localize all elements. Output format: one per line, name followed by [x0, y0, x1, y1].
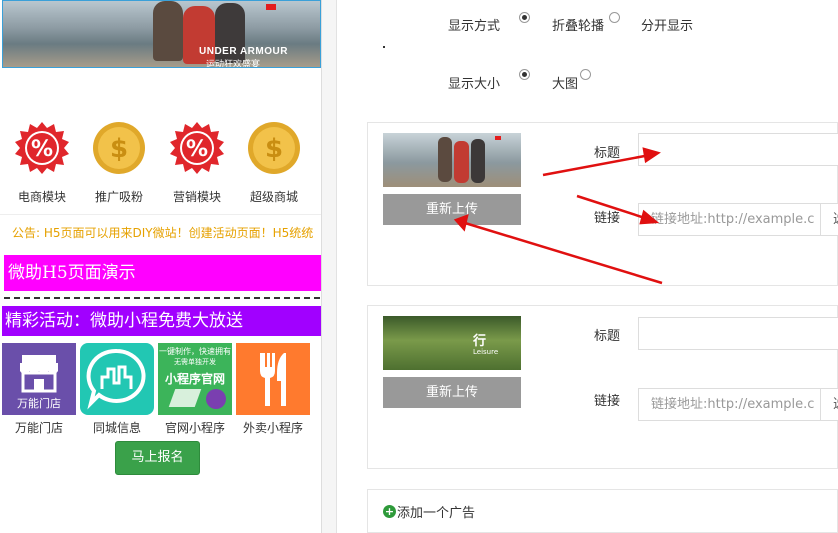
reupload-button[interactable]: 重新上传	[383, 194, 521, 225]
app-label: 外卖小程序	[242, 421, 303, 435]
city-chat-icon	[80, 343, 154, 415]
signup-button[interactable]: 马上报名	[115, 441, 200, 475]
link-select-button[interactable]: 选	[821, 388, 838, 421]
module-mall[interactable]: $ 超级商城	[237, 120, 311, 205]
editor-screen: UNDER ARMOUR 运动狂欢盛宴 % 电商模块 $ 推广吸粉 % 营销模块	[0, 0, 838, 533]
radio-fold-carousel[interactable]	[519, 12, 530, 23]
add-ad-label: 添加一个广告	[397, 506, 476, 521]
banner-brand-sub: 运动狂欢盛宴	[206, 60, 261, 68]
app-tile-text: 小程序官网	[164, 372, 225, 386]
add-ad-button[interactable]: + 添加一个广告	[367, 489, 838, 533]
module-label: 推广吸粉	[94, 190, 143, 204]
link-input[interactable]: 链接地址:http://example.c	[638, 388, 821, 421]
display-size-label: 显示大小	[448, 77, 501, 92]
module-promotion[interactable]: $ 推广吸粉	[82, 120, 156, 205]
title-field-label: 标题	[594, 146, 621, 161]
option-fold-carousel[interactable]: 折叠轮播	[552, 15, 604, 34]
promo-bar[interactable]: 精彩活动：微助小程免费大放送	[2, 306, 321, 336]
radio-large-image[interactable]	[519, 69, 530, 80]
thumb-subtext: Leisure	[473, 348, 499, 356]
brand-logo-icon	[266, 4, 276, 10]
title-field-label: 标题	[594, 329, 621, 344]
option-large-image[interactable]: 大图	[552, 73, 578, 92]
module-label: 电商模块	[17, 190, 66, 204]
app-city-info[interactable]: 同城信息	[80, 343, 154, 436]
percent-badge-icon: %	[167, 120, 227, 180]
mini-logo-icon	[206, 389, 226, 409]
app-official-mini[interactable]: 一键制作，快速拥有 无需单独开发 小程序官网 官网小程序	[158, 343, 232, 436]
link-select-button[interactable]: 选	[821, 203, 838, 236]
plus-circle-icon: +	[383, 505, 396, 518]
ad-card: 行 Leisure 重新上传 标题 链接 链接地址:http://example…	[367, 305, 838, 469]
banner-figure	[153, 1, 183, 61]
module-ecommerce[interactable]: % 电商模块	[5, 120, 79, 205]
percent-badge-icon: %	[12, 120, 72, 180]
link-field-label: 链接	[594, 211, 621, 226]
app-label: 万能门店	[14, 421, 63, 435]
phone-preview: UNDER ARMOUR 运动狂欢盛宴 % 电商模块 $ 推广吸粉 % 营销模块	[0, 0, 322, 533]
title-input[interactable]	[638, 133, 838, 166]
radio-size-other[interactable]	[580, 69, 591, 80]
mini-program-icon: 一键制作，快速拥有 无需单独开发 小程序官网	[158, 343, 232, 415]
module-label: 营销模块	[172, 190, 221, 204]
svg-text:%: %	[31, 137, 53, 162]
store-icon: 万能门店	[2, 343, 76, 415]
svg-text:$: $	[265, 134, 283, 164]
thumb-text: 行	[473, 334, 487, 349]
thumb-figure	[454, 141, 469, 183]
dollar-coin-icon: $	[244, 120, 304, 180]
display-mode-label: 显示方式	[448, 19, 501, 34]
brand-logo-icon	[495, 136, 501, 140]
app-grid: 万能门店 万能门店 同城信息 一键制作，快速拥有 无需单独开发 小程序官网 官网…	[2, 343, 321, 436]
ad-card: 重新上传 标题 链接 链接地址:http://example.c 选	[367, 122, 838, 286]
module-marketing[interactable]: % 营销模块	[160, 120, 234, 205]
ad-thumbnail: 行 Leisure	[383, 316, 521, 370]
preview-banner[interactable]: UNDER ARMOUR 运动狂欢盛宴	[2, 0, 321, 68]
map-shape	[168, 389, 202, 407]
app-label: 官网小程序	[164, 421, 225, 435]
app-tile-text: 万能门店	[17, 397, 61, 410]
stray-dot	[383, 46, 385, 48]
title-bar[interactable]: 微助H5页面演示	[4, 255, 321, 291]
option-separate-display[interactable]: 分开显示	[641, 15, 693, 34]
app-label: 同城信息	[92, 421, 141, 435]
dollar-coin-icon: $	[89, 120, 149, 180]
banner-brand: UNDER ARMOUR	[199, 46, 288, 57]
radio-separate-display[interactable]	[609, 12, 620, 23]
dashed-divider	[4, 297, 320, 299]
ad-thumbnail	[383, 133, 521, 187]
app-tile-sub: 无需单独开发	[174, 358, 216, 366]
thumb-figure	[438, 137, 452, 182]
thumb-figure	[471, 139, 485, 183]
module-icon-row: % 电商模块 $ 推广吸粉 % 营销模块 $ 超级商城	[0, 120, 321, 210]
reupload-button[interactable]: 重新上传	[383, 377, 521, 408]
fork-knife-icon	[236, 343, 310, 415]
link-input[interactable]: 链接地址:http://example.c	[638, 203, 821, 236]
svg-text:$: $	[110, 134, 128, 164]
notice-marquee: 公告: H5页面可以用来DIY微站！创建活动页面！H5统统	[0, 214, 321, 250]
app-tile-top: 一键制作，快速拥有	[159, 347, 231, 356]
svg-text:%: %	[186, 137, 208, 162]
app-store[interactable]: 万能门店 万能门店	[2, 343, 76, 436]
module-label: 超级商城	[249, 190, 298, 204]
link-field-label: 链接	[594, 394, 621, 409]
app-takeout[interactable]: 外卖小程序	[236, 343, 310, 436]
title-input[interactable]	[638, 317, 838, 350]
